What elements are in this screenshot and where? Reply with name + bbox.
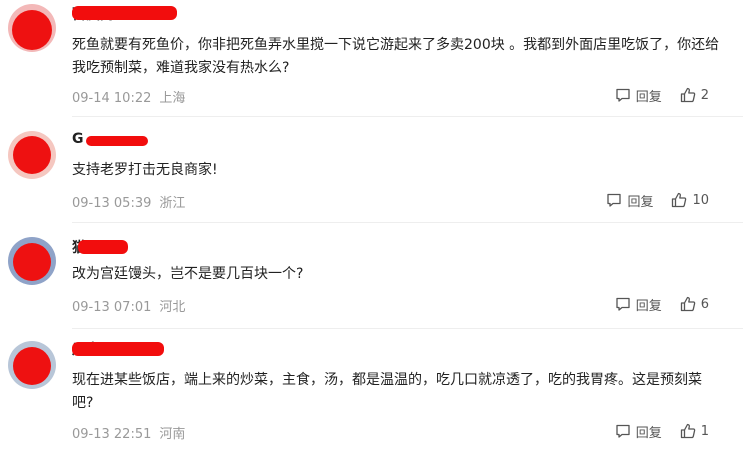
comment-text: 支持老罗打击无良商家!: [72, 162, 218, 178]
reply-label: 回复: [635, 425, 662, 441]
avatar-image: [8, 341, 56, 389]
avatar-image: [8, 237, 56, 285]
reply-label: 回复: [627, 194, 654, 210]
comment-actions: 回复 2: [615, 85, 709, 105]
like-count: 6: [700, 296, 709, 312]
comment-list: 百度网友1009b 死鱼就要有死鱼价，你非把死鱼弄水里搅一下说它游起来了多卖20…: [0, 0, 743, 463]
comment-bubble-icon: [616, 424, 630, 438]
comment-item: G 支持老罗打击无良商家! 09-13 05:39 浙江 回复 10: [0, 117, 743, 221]
comment-date: 09-13 07:01: [72, 300, 152, 315]
comment-bubble-icon: [607, 193, 622, 207]
comment-date: 09-14 10:22: [72, 91, 152, 106]
thumbs-up-icon: [680, 423, 696, 439]
comment-location: 河北: [159, 300, 186, 315]
comment-location: 河南: [159, 427, 186, 442]
redaction-mark: [72, 342, 164, 356]
reply-button[interactable]: 回复: [615, 295, 662, 314]
comment-text: 死鱼就要有死鱼价，你非把死鱼弄水里搅一下说它游起来了多卖200块 。我都到外面店…: [72, 37, 720, 76]
comment-meta: 09-14 10:22 上海: [72, 87, 186, 106]
reply-label: 回复: [635, 89, 662, 105]
thumbs-up-icon: [680, 296, 696, 312]
comment-date: 09-13 05:39: [72, 196, 152, 211]
comment-date: 09-13 22:51: [72, 427, 152, 442]
like-button[interactable]: 10: [671, 192, 709, 208]
comment-meta: 09-13 05:39 浙江: [72, 192, 186, 211]
thumbs-up-icon: [680, 87, 696, 103]
comment-item: 用户 现在进某些饭店，端上来的炒菜，主食，汤，都是温温的，吃几口就凉透了，吃的我…: [0, 329, 743, 463]
comment-location: 浙江: [159, 196, 186, 211]
comment-actions: 回复 10: [606, 190, 709, 210]
comment-meta: 09-13 22:51 河南: [72, 423, 186, 442]
redaction-mark: [86, 136, 148, 146]
comment-text: 改为宫廷馒头，岂不是要几百块一个?: [72, 266, 304, 282]
avatar[interactable]: [8, 131, 56, 179]
redaction-mark: [72, 6, 177, 20]
reply-button[interactable]: 回复: [615, 422, 662, 441]
avatar-image: [8, 4, 56, 52]
comment-bubble-icon: [616, 297, 630, 311]
avatar[interactable]: [8, 341, 56, 389]
avatar[interactable]: [8, 4, 56, 52]
comment-meta: 09-13 07:01 河北: [72, 296, 186, 315]
avatar-image: [8, 131, 56, 179]
reply-label: 回复: [635, 298, 662, 314]
thumbs-up-icon: [672, 192, 687, 208]
like-button[interactable]: 1: [680, 423, 709, 439]
comment-item: 百度网友1009b 死鱼就要有死鱼价，你非把死鱼弄水里搅一下说它游起来了多卖20…: [0, 0, 743, 115]
like-count: 10: [692, 192, 709, 208]
comment-actions: 回复 1: [615, 421, 709, 441]
avatar[interactable]: [8, 237, 56, 285]
comment-text: 现在进某些饭店，端上来的炒菜，主食，汤，都是温温的，吃几口就凉透了，吃的我胃疼。…: [72, 372, 702, 411]
reply-button[interactable]: 回复: [606, 191, 653, 210]
like-count: 2: [700, 87, 709, 103]
comment-actions: 回复 6: [615, 294, 709, 314]
like-button[interactable]: 6: [680, 296, 709, 312]
like-button[interactable]: 2: [680, 87, 709, 103]
reply-button[interactable]: 回复: [615, 86, 662, 105]
redaction-mark: [78, 240, 128, 254]
comment-item: 猫 改为宫廷馒头，岂不是要几百块一个? 09-13 07:01河北 回复 6: [0, 223, 743, 327]
like-count: 1: [700, 423, 709, 439]
comment-bubble-icon: [616, 88, 630, 102]
comment-location: 上海: [159, 91, 186, 106]
